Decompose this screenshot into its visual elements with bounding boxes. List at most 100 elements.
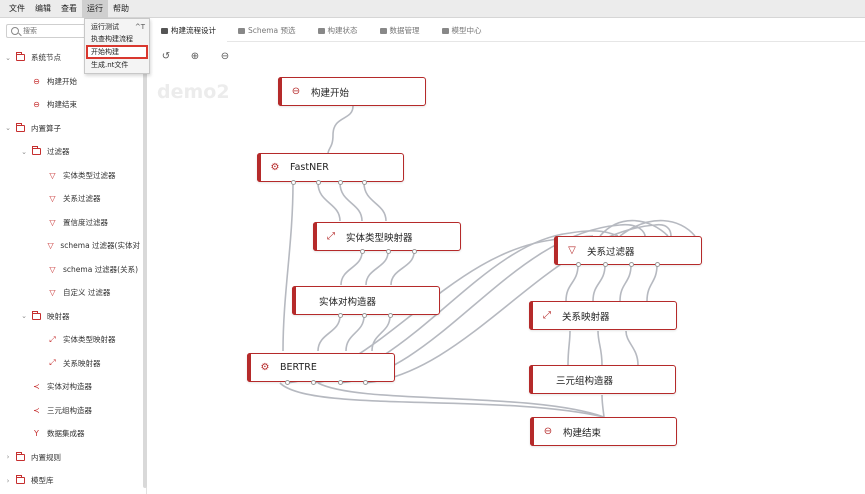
tree-item[interactable]: ▽ schema 过滤器(关系) bbox=[0, 258, 140, 282]
tree-item-label: schema 过滤器(实体对 bbox=[60, 241, 140, 251]
edge-relfilter-relmapper-2 bbox=[592, 264, 606, 302]
menu-edit[interactable]: 编辑 bbox=[30, 0, 56, 18]
output-port[interactable] bbox=[291, 180, 296, 185]
output-port[interactable] bbox=[362, 180, 367, 185]
filter-icon: ▽ bbox=[47, 241, 54, 251]
tab-schema-preselect[interactable]: Schema 预选 bbox=[227, 20, 307, 42]
expand-arrow-icon[interactable]: ⌄ bbox=[4, 54, 12, 62]
folder-icon bbox=[16, 122, 25, 133]
start-icon: ⊖ bbox=[33, 76, 40, 86]
cube-icon bbox=[441, 28, 449, 34]
menu-help[interactable]: 帮助 bbox=[108, 0, 134, 18]
edge-fastner-etmapper bbox=[317, 182, 341, 222]
tree-item[interactable]: ▽ 置信度过滤器 bbox=[0, 211, 140, 235]
tree-item-label: 映射器 bbox=[47, 311, 70, 321]
edge-relmapper-triple-2 bbox=[597, 330, 603, 366]
tab-label: 数据管理 bbox=[389, 26, 420, 35]
tree-item[interactable]: ⌄ 内置算子 bbox=[0, 117, 140, 141]
expand-arrow-icon[interactable]: ⌄ bbox=[20, 148, 28, 156]
node-relation-mapper[interactable]: ⤢ 关系映射器 bbox=[529, 301, 677, 330]
node-entity-type-mapper[interactable]: ⤢ 实体类型映射器 bbox=[313, 222, 461, 251]
output-port[interactable] bbox=[603, 262, 608, 267]
tree-item-label: 实体类型过滤器 bbox=[63, 170, 116, 180]
output-port[interactable] bbox=[576, 262, 581, 267]
expand-arrow-icon[interactable]: ⌄ bbox=[20, 312, 28, 320]
end-icon: ⊖ bbox=[543, 426, 553, 437]
tree-item[interactable]: ≺ 实体对构造器 bbox=[0, 375, 140, 399]
tree-item[interactable]: Y 数据集成器 bbox=[0, 422, 140, 446]
tree-item[interactable]: ≺ 三元组构造器 bbox=[0, 399, 140, 423]
menu-item-start-build[interactable]: 开始构建 bbox=[86, 45, 148, 59]
node-entity-pair-builder[interactable]: 实体对构造器 bbox=[292, 286, 440, 315]
output-port[interactable] bbox=[338, 180, 343, 185]
expand-arrow-icon[interactable]: › bbox=[4, 453, 12, 461]
output-port[interactable] bbox=[338, 380, 343, 385]
menu-item-run-test[interactable]: 运行测试 ^T bbox=[85, 21, 149, 33]
tree-item[interactable]: › 内置规则 bbox=[0, 446, 140, 470]
menu-item-label: 生成.nt文件 bbox=[91, 61, 129, 69]
tree-item[interactable]: ⤢ 关系映射器 bbox=[0, 352, 140, 376]
mapper-icon: ⤢ bbox=[49, 358, 56, 368]
tab-build-status[interactable]: 构建状态 bbox=[307, 20, 369, 42]
expand-arrow-icon[interactable]: ⌄ bbox=[4, 124, 12, 132]
edge-relmapper-triple bbox=[567, 330, 571, 366]
node-label: 构建开始 bbox=[311, 87, 350, 99]
output-port[interactable] bbox=[338, 313, 343, 318]
filter-icon: ▽ bbox=[49, 170, 56, 180]
tree-item[interactable]: ⌄ 过滤器 bbox=[0, 140, 140, 164]
output-port[interactable] bbox=[362, 313, 367, 318]
edge-fastner-etmapper-3 bbox=[363, 182, 387, 222]
tree-item-label: 系统节点 bbox=[31, 53, 61, 63]
sidebar-scrollbar[interactable] bbox=[143, 18, 147, 488]
node-build-end[interactable]: ⊖ 构建结束 bbox=[530, 417, 677, 446]
output-port[interactable] bbox=[285, 380, 290, 385]
tab-model-center[interactable]: 模型中心 bbox=[431, 20, 493, 42]
node-label: FastNER bbox=[290, 162, 329, 173]
tree-item[interactable]: ▽ schema 过滤器(实体对 bbox=[0, 234, 140, 258]
menu-file[interactable]: 文件 bbox=[4, 0, 30, 18]
edge-triple-end bbox=[601, 394, 605, 418]
mapper-icon: ⤢ bbox=[543, 310, 551, 321]
edge-pairbuilder-bertre-2 bbox=[345, 315, 365, 352]
menu-view[interactable]: 查看 bbox=[56, 0, 82, 18]
tree-item[interactable]: › 模型库 bbox=[0, 469, 140, 493]
menu-item-check-flow[interactable]: 执查构建流程 bbox=[85, 33, 149, 45]
folder-icon bbox=[16, 451, 25, 462]
tab-label: Schema 预选 bbox=[248, 26, 296, 35]
output-port[interactable] bbox=[629, 262, 634, 267]
node-fastner[interactable]: ⚙ FastNER bbox=[257, 153, 404, 182]
tree-item[interactable]: ⤢ 实体类型映射器 bbox=[0, 328, 140, 352]
tree-item-label: 置信度过滤器 bbox=[63, 217, 108, 227]
node-triple-builder[interactable]: 三元组构造器 bbox=[529, 365, 676, 394]
output-port[interactable] bbox=[360, 249, 365, 254]
output-port[interactable] bbox=[311, 380, 316, 385]
output-port[interactable] bbox=[388, 313, 393, 318]
menu-run[interactable]: 运行 bbox=[82, 0, 108, 18]
tree-item[interactable]: ⌄ 映射器 bbox=[0, 305, 140, 329]
menu-item-generate-nt[interactable]: 生成.nt文件 bbox=[85, 59, 149, 71]
tree-item[interactable]: ▽ 关系过滤器 bbox=[0, 187, 140, 211]
node-build-start[interactable]: ⊖ 构建开始 bbox=[278, 77, 426, 106]
output-port[interactable] bbox=[655, 262, 660, 267]
filter-icon: ▽ bbox=[49, 288, 56, 298]
node-relation-filter[interactable]: ▽ 关系过滤器 bbox=[554, 236, 702, 265]
edge-fastner-etmapper-2 bbox=[339, 182, 363, 222]
edge-relfilter-relmapper-4 bbox=[646, 264, 658, 302]
tree-item[interactable]: ▽ 实体类型过滤器 bbox=[0, 164, 140, 188]
output-port[interactable] bbox=[412, 249, 417, 254]
filter-icon: ▽ bbox=[49, 194, 56, 204]
edge-etmapper-pairbuilder-2 bbox=[365, 251, 389, 286]
tree-item-label: 内置规则 bbox=[31, 452, 61, 462]
node-bertre[interactable]: ⚙ BERTRE bbox=[247, 353, 395, 382]
tree-item[interactable]: ▽ 自定义 过滤器 bbox=[0, 281, 140, 305]
tab-label: 模型中心 bbox=[451, 26, 482, 35]
flow-canvas[interactable]: ⊖ 构建开始 ⚙ FastNER ⤢ 实体类型映射器 实体对构造器 ⚙ BERT… bbox=[150, 43, 865, 494]
output-port[interactable] bbox=[363, 380, 368, 385]
tab-data-management[interactable]: 数据管理 bbox=[369, 20, 431, 42]
tree-item[interactable]: ⊖ 构建结束 bbox=[0, 93, 140, 117]
tab-flow-design[interactable]: 构建流程设计 bbox=[150, 20, 227, 42]
output-port[interactable] bbox=[386, 249, 391, 254]
output-port[interactable] bbox=[316, 180, 321, 185]
expand-arrow-icon[interactable]: › bbox=[4, 477, 12, 485]
tree-item-label: 过滤器 bbox=[47, 147, 70, 157]
